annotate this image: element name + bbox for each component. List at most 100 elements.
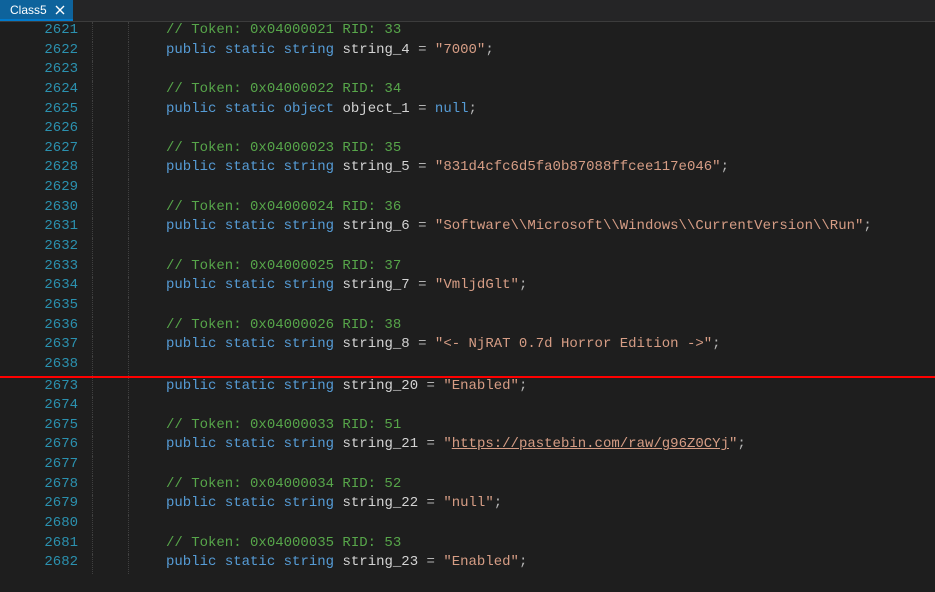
- code-line[interactable]: 2637public static string string_8 = "<- …: [0, 336, 935, 356]
- equals-token: =: [410, 336, 435, 352]
- code-content: [166, 120, 935, 140]
- code-content: [166, 515, 935, 535]
- code-line[interactable]: 2678// Token: 0x04000034 RID: 52: [0, 476, 935, 496]
- indent-guides: [92, 317, 166, 337]
- code-content: [166, 456, 935, 476]
- code-line[interactable]: 2627 // Token: 0x04000023 RID: 35: [0, 140, 935, 160]
- code-line[interactable]: 2621 // Token: 0x04000021 RID: 33: [0, 22, 935, 42]
- code-content: // Token: 0x04000022 RID: 34: [166, 81, 935, 101]
- tab-class5[interactable]: Class5: [0, 0, 73, 21]
- code-line[interactable]: 2636// Token: 0x04000026 RID: 38: [0, 317, 935, 337]
- keyword-public: public: [166, 159, 216, 175]
- indent-guides: [92, 277, 166, 297]
- keyword-static: static: [225, 159, 275, 175]
- indent-guides: [92, 258, 166, 278]
- indent-guides: [92, 297, 166, 317]
- line-number: 2680: [0, 515, 92, 535]
- code-line[interactable]: 2635: [0, 297, 935, 317]
- code-line[interactable]: 2626: [0, 120, 935, 140]
- identifier-token: string_8: [342, 336, 409, 352]
- keyword-public: public: [166, 42, 216, 58]
- code-line[interactable]: 2675// Token: 0x04000033 RID: 51: [0, 417, 935, 437]
- keyword-public: public: [166, 336, 216, 352]
- comment-token: // Token: 0x04000026 RID: 38: [166, 317, 401, 333]
- semicolon-token: ;: [863, 218, 871, 234]
- identifier-token: string_4: [342, 42, 409, 58]
- keyword-static: static: [225, 495, 275, 511]
- line-number: 2632: [0, 238, 92, 258]
- line-number: 2638: [0, 356, 92, 376]
- code-content: public static string string_22 = "null";: [166, 495, 935, 515]
- code-content: // Token: 0x04000024 RID: 36: [166, 199, 935, 219]
- code-line[interactable]: 2673 public static string string_20 = "En…: [0, 378, 935, 398]
- line-number: 2627: [0, 140, 92, 160]
- line-number: 2634: [0, 277, 92, 297]
- indent-guides: [92, 515, 166, 535]
- code-editor[interactable]: 2621 // Token: 0x04000021 RID: 332622publ…: [0, 22, 935, 592]
- indent-guides: [92, 378, 166, 398]
- code-line[interactable]: 2679public static string string_22 = "nu…: [0, 495, 935, 515]
- keyword-static: static: [225, 218, 275, 234]
- indent-guides: [92, 436, 166, 456]
- semicolon-token: ;: [721, 159, 729, 175]
- keyword-static: static: [225, 554, 275, 570]
- code-content: public static string string_7 = "VmljdGl…: [166, 277, 935, 297]
- code-line[interactable]: 2625public static object object_1 = null…: [0, 101, 935, 121]
- code-content: [166, 61, 935, 81]
- code-line[interactable]: 2674: [0, 397, 935, 417]
- indent-guides: [92, 120, 166, 140]
- indent-guides: [92, 535, 166, 555]
- close-icon[interactable]: [53, 3, 67, 17]
- identifier-token: string_21: [342, 436, 418, 452]
- equals-token: =: [410, 159, 435, 175]
- line-number: 2633: [0, 258, 92, 278]
- string-token: "Enabled": [443, 554, 519, 570]
- code-content: // Token: 0x04000035 RID: 53: [166, 535, 935, 555]
- code-line[interactable]: 2632: [0, 238, 935, 258]
- code-line[interactable]: 2677: [0, 456, 935, 476]
- indent-guides: [92, 238, 166, 258]
- code-content: public static string string_6 = "Softwar…: [166, 218, 935, 238]
- identifier-token: string_20: [342, 378, 418, 394]
- indent-guides: [92, 456, 166, 476]
- line-number: 2676: [0, 436, 92, 456]
- semicolon-token: ;: [485, 42, 493, 58]
- tab-label: Class5: [10, 3, 47, 17]
- code-content: public static string string_20 = "Enable…: [166, 378, 935, 398]
- code-line[interactable]: 2634 public static string string_7 = "Vml…: [0, 277, 935, 297]
- code-line[interactable]: 2623: [0, 61, 935, 81]
- code-line[interactable]: 2682public static string string_23 = "En…: [0, 554, 935, 574]
- code-line[interactable]: 2676public static string string_21 = "ht…: [0, 436, 935, 456]
- code-line[interactable]: 2638: [0, 356, 935, 376]
- code-line[interactable]: 2681 // Token: 0x04000035 RID: 53: [0, 535, 935, 555]
- line-number: 2675: [0, 417, 92, 437]
- code-line[interactable]: 2624// Token: 0x04000022 RID: 34: [0, 81, 935, 101]
- semicolon-token: ;: [494, 495, 502, 511]
- identifier-token: string_22: [342, 495, 418, 511]
- type-token: string: [284, 436, 334, 452]
- indent-guides: [92, 81, 166, 101]
- code-line[interactable]: 2631public static string string_6 = "Sof…: [0, 218, 935, 238]
- semicolon-token: ;: [519, 554, 527, 570]
- type-token: object: [284, 101, 334, 117]
- string-token: "Software\\Microsoft\\Windows\\CurrentVe…: [435, 218, 863, 234]
- equals-token: =: [410, 42, 435, 58]
- equals-token: =: [410, 218, 435, 234]
- code-line[interactable]: 2633// Token: 0x04000025 RID: 37: [0, 258, 935, 278]
- line-number: 2621: [0, 22, 92, 42]
- code-content: // Token: 0x04000023 RID: 35: [166, 140, 935, 160]
- code-line[interactable]: 2629: [0, 179, 935, 199]
- code-content: // Token: 0x04000021 RID: 33: [166, 22, 935, 42]
- code-line[interactable]: 2680: [0, 515, 935, 535]
- code-line[interactable]: 2622public static string string_4 = "700…: [0, 42, 935, 62]
- line-number: 2673: [0, 378, 92, 398]
- line-number: 2681: [0, 535, 92, 555]
- indent-guides: [92, 42, 166, 62]
- url-link[interactable]: https://pastebin.com/raw/g96Z0CYj: [452, 436, 729, 452]
- string-token: "Enabled": [443, 378, 519, 394]
- code-line[interactable]: 2630// Token: 0x04000024 RID: 36: [0, 199, 935, 219]
- line-number: 2628: [0, 159, 92, 179]
- code-line[interactable]: 2628public static string string_5 = "831…: [0, 159, 935, 179]
- string-token: "831d4cfc6d5fa0b87088ffcee117e046": [435, 159, 721, 175]
- tab-bar: Class5: [0, 0, 935, 22]
